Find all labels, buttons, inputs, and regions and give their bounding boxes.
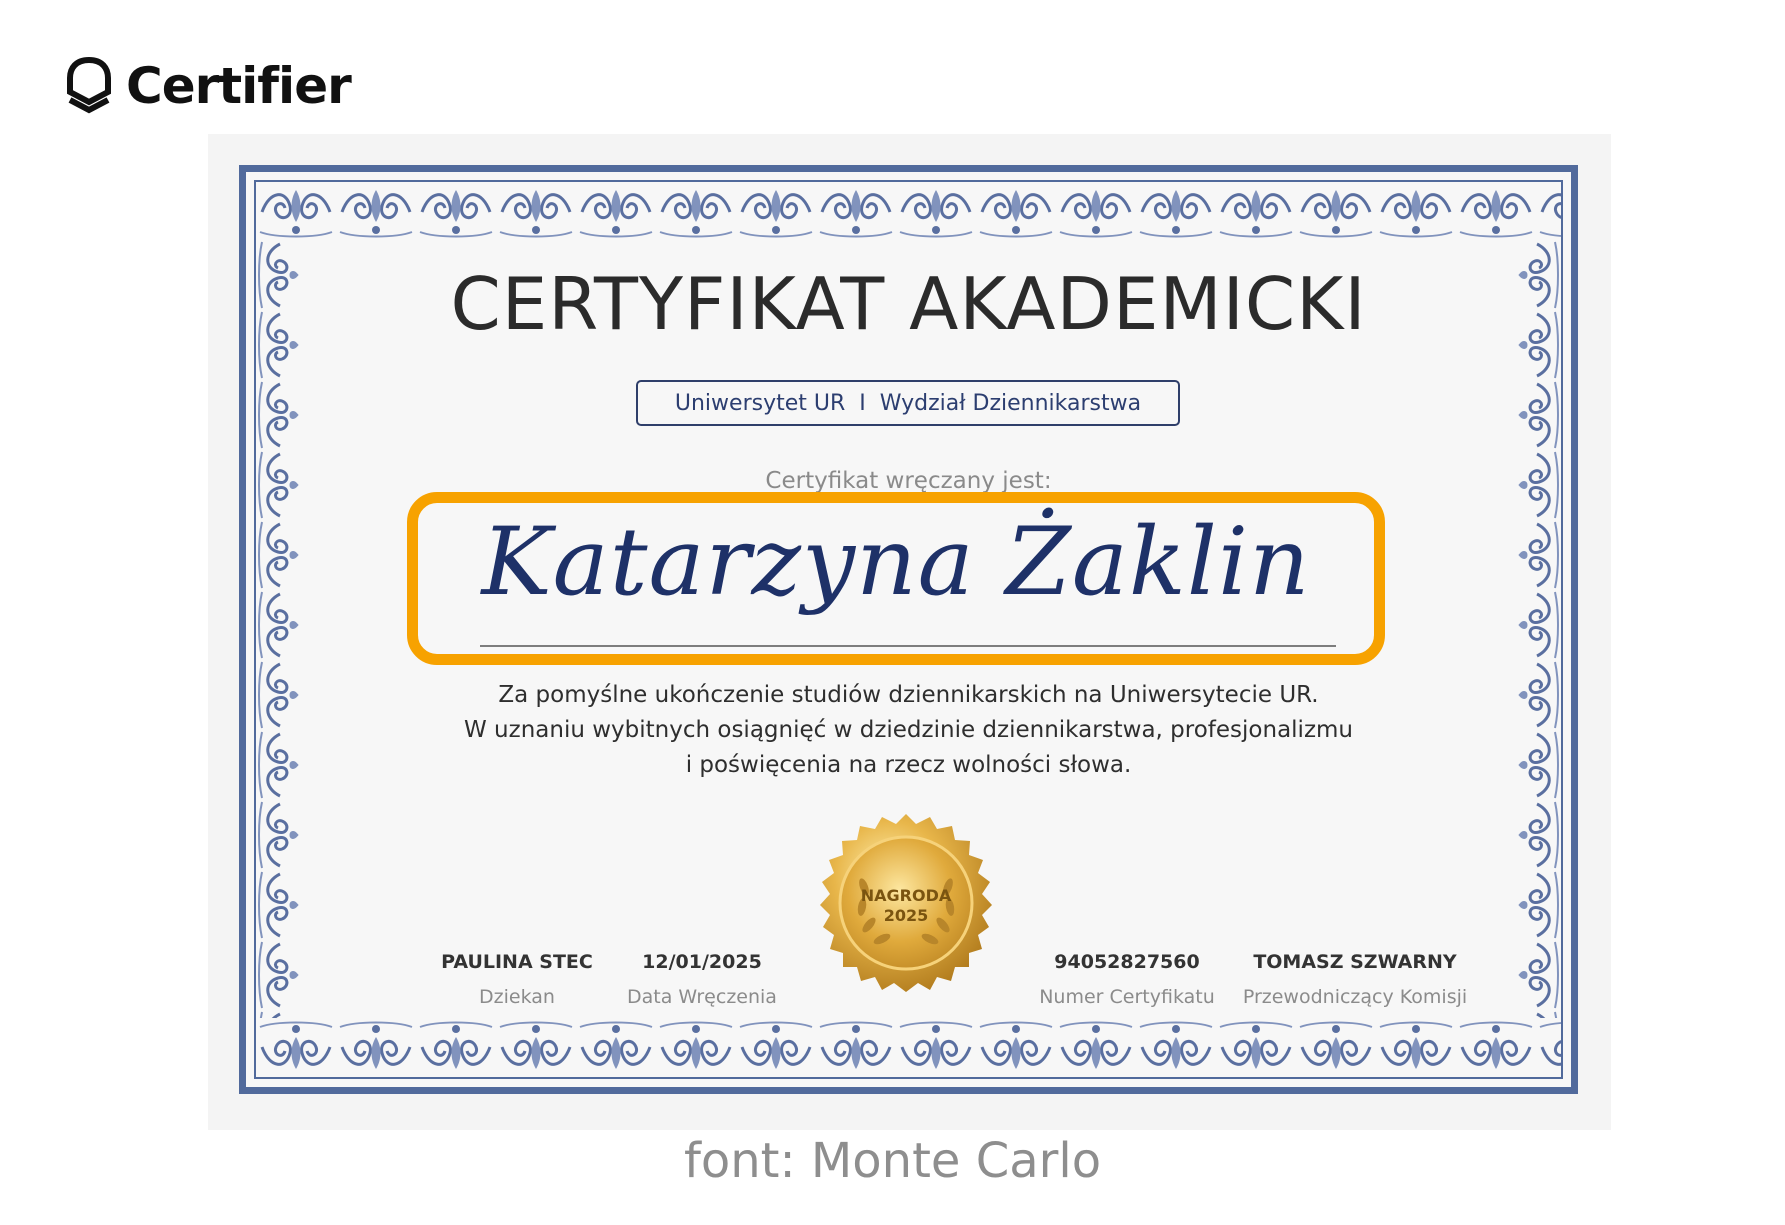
ornament-left-band (256, 240, 304, 1018)
font-note: font: Monte Carlo (683, 1133, 1102, 1189)
ornament-bottom-band (256, 1019, 1561, 1077)
certificate-description: Za pomyślne ukończenie studiów dziennika… (239, 678, 1578, 783)
ornament-top-band (256, 182, 1561, 240)
seal-text-line2: 2025 (884, 906, 929, 925)
institution-separator: I (859, 390, 866, 416)
committee-chair-name: TOMASZ SZWARNY (1253, 951, 1457, 973)
award-seal: NAGRODA 2025 (820, 814, 992, 992)
recipient-name: Katarzyna Żaklin (481, 508, 1311, 617)
committee-chair-field: TOMASZ SZWARNY Przewodniczący Komisji (1215, 951, 1495, 1008)
name-underline (480, 645, 1336, 647)
certificate-number-label: Numer Certyfikatu (1039, 986, 1215, 1008)
brand-name: Certifier (126, 57, 352, 115)
ornament-right-band (1513, 240, 1561, 1018)
award-date: 12/01/2025 (642, 951, 762, 973)
date-field: 12/01/2025 Data Wręczenia (592, 951, 812, 1008)
description-line: Za pomyślne ukończenie studiów dziennika… (498, 682, 1319, 708)
committee-chair-label: Przewodniczący Komisji (1242, 986, 1468, 1008)
certificate-number: 94052827560 (1054, 951, 1200, 973)
institution-box: Uniwersytet UR I Wydział Dziennikarstwa (636, 380, 1180, 426)
description-line: W uznaniu wybitnych osiągnięć w dziedzin… (464, 717, 1353, 743)
faculty-name: Wydział Dziennikarstwa (879, 390, 1142, 416)
certifier-logo: Certifier (66, 50, 352, 122)
certifier-shield-icon (67, 56, 111, 114)
description-line: i poświęcenia na rzecz wolności słowa. (685, 752, 1132, 778)
certificate-title: CERTYFIKAT AKADEMICKI (450, 262, 1367, 346)
presented-to-label: Certyfikat wręczany jest: (765, 468, 1052, 494)
award-date-label: Data Wręczenia (627, 986, 777, 1008)
university-name: Uniwersytet UR (674, 390, 846, 416)
seal-text-line1: NAGRODA (861, 886, 952, 905)
certificate-number-field: 94052827560 Numer Certyfikatu (1017, 951, 1237, 1008)
